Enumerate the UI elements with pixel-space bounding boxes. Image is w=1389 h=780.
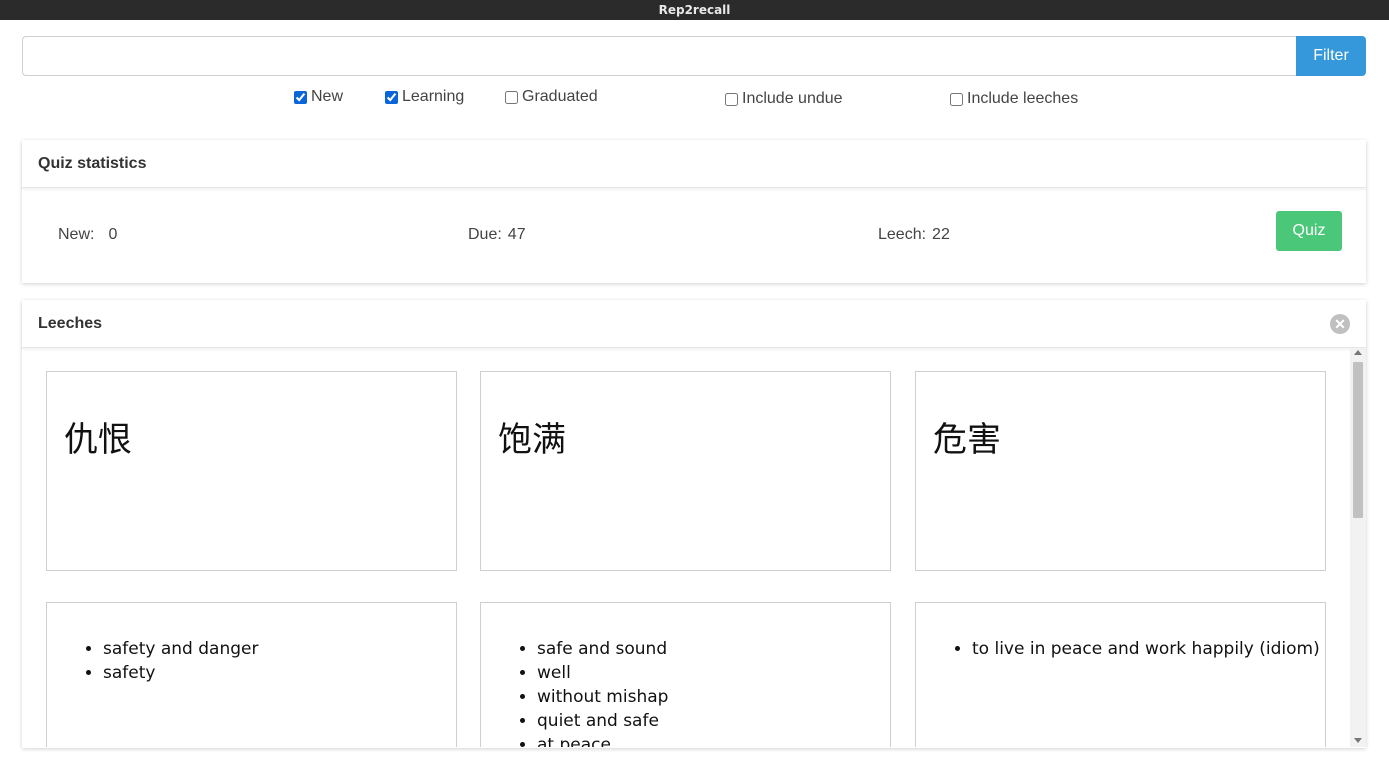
leech-word-card[interactable]: 仇恨 xyxy=(46,371,457,571)
definition-item: well xyxy=(537,661,890,685)
leech-definition-card[interactable]: to live in peace and work happily (idiom… xyxy=(915,602,1326,747)
stat-due-value: 47 xyxy=(507,226,526,243)
leeches-title: Leeches xyxy=(38,314,103,332)
checkbox-include-undue-label: Include undue xyxy=(742,90,843,107)
filter-button[interactable]: Filter xyxy=(1296,36,1366,76)
definition-item: safety and danger xyxy=(103,637,456,661)
leech-definition-card[interactable]: safe and sound well without mishap quiet… xyxy=(480,602,891,747)
checkbox-graduated[interactable]: Graduated xyxy=(505,88,598,106)
checkbox-include-leeches-input[interactable] xyxy=(950,92,963,106)
stat-leech-value: 22 xyxy=(932,226,950,243)
checkbox-new[interactable]: New xyxy=(294,88,343,106)
window-title: Rep2recall xyxy=(0,0,1389,20)
filter-input[interactable] xyxy=(22,36,1296,76)
checkbox-graduated-label: Graduated xyxy=(522,88,598,105)
definition-item: safety xyxy=(103,661,456,685)
checkbox-include-undue[interactable]: Include undue xyxy=(725,90,843,108)
leech-definition-card[interactable]: safety and danger safety xyxy=(46,602,457,747)
leech-word-card[interactable]: 饱满 xyxy=(480,371,891,571)
quiz-statistics-panel: Quiz statistics New: 0 Due: 47 Leech: 22 Qu… xyxy=(22,140,1366,283)
leech-word: 仇恨 xyxy=(64,420,132,460)
definition-item: at peace xyxy=(537,733,890,747)
filter-bar: Filter xyxy=(22,36,1366,76)
stat-due: Due: 47 xyxy=(468,226,526,244)
checkbox-learning-input[interactable] xyxy=(385,90,398,104)
definition-item: safe and sound xyxy=(537,637,890,661)
checkbox-new-input[interactable] xyxy=(294,90,307,104)
definition-list: safety and danger safety xyxy=(103,637,456,685)
quiz-statistics-body: New: 0 Due: 47 Leech: 22 Quiz xyxy=(22,188,1366,283)
checkbox-learning[interactable]: Learning xyxy=(385,88,464,106)
leech-word: 危害 xyxy=(933,420,1001,460)
stat-leech: Leech: 22 xyxy=(878,226,950,244)
definition-list: to live in peace and work happily (idiom… xyxy=(972,637,1325,661)
checkbox-include-leeches[interactable]: Include leeches xyxy=(950,90,1078,108)
leeches-list[interactable]: 仇恨 饱满 危害 safety and danger safety safe a… xyxy=(22,348,1366,747)
checkbox-new-label: New xyxy=(311,88,344,105)
stat-new-label: New: xyxy=(58,226,95,243)
close-icon[interactable]: ✕ xyxy=(1330,314,1350,334)
scroll-down-arrow-icon[interactable] xyxy=(1354,738,1362,743)
quiz-button[interactable]: Quiz xyxy=(1276,211,1342,251)
stat-due-label: Due: xyxy=(468,226,502,243)
checkbox-include-undue-input[interactable] xyxy=(725,92,738,106)
checkbox-learning-label: Learning xyxy=(402,88,465,105)
definition-item: to live in peace and work happily (idiom… xyxy=(972,637,1325,661)
definition-item: without mishap xyxy=(537,685,890,709)
stat-new-value: 0 xyxy=(108,226,118,243)
scroll-thumb[interactable] xyxy=(1353,362,1363,518)
checkbox-include-leeches-label: Include leeches xyxy=(967,90,1079,107)
stat-new: New: 0 xyxy=(58,226,117,244)
scroll-up-arrow-icon[interactable] xyxy=(1354,350,1362,355)
definition-item: quiet and safe xyxy=(537,709,890,733)
scrollbar[interactable] xyxy=(1350,348,1366,747)
definition-list: safe and sound well without mishap quiet… xyxy=(537,637,890,747)
leeches-header: Leeches ✕ xyxy=(22,300,1366,348)
leech-word: 饱满 xyxy=(498,420,566,460)
checkbox-graduated-input[interactable] xyxy=(505,90,518,104)
stat-leech-label: Leech: xyxy=(878,226,927,243)
leech-word-card[interactable]: 危害 xyxy=(915,371,1326,571)
quiz-statistics-title: Quiz statistics xyxy=(22,140,1366,188)
leeches-panel: Leeches ✕ 仇恨 饱满 危害 safety and danger saf… xyxy=(22,300,1366,748)
